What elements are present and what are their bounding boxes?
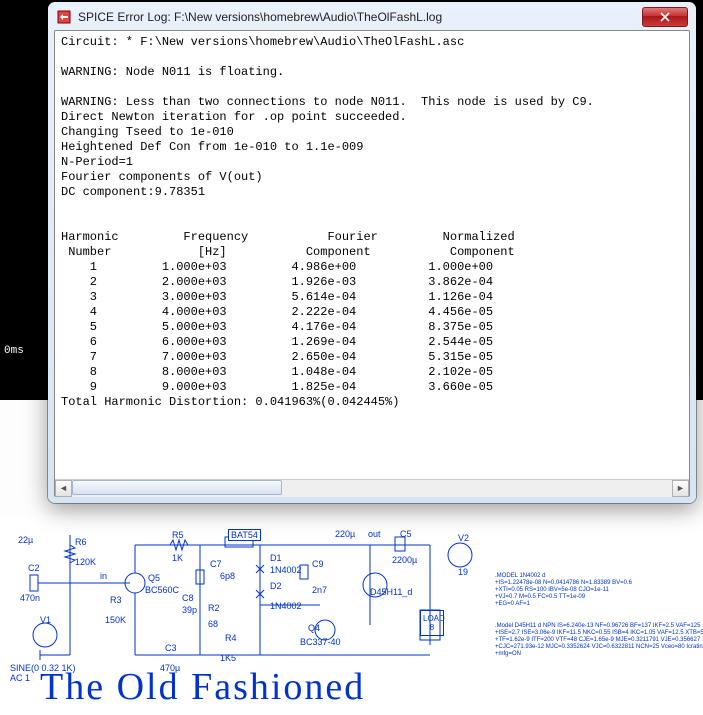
- comp-c9v: 2n7: [312, 585, 327, 595]
- model-text-2: .Model D45H11 d NPN IS=6.240e-13 NF=0.96…: [495, 623, 703, 658]
- load-value: 8: [430, 623, 434, 632]
- comp-c220u: 220µ: [335, 529, 355, 539]
- comp-c5v: 2200µ: [392, 555, 417, 565]
- comp-q5: Q5: [148, 573, 160, 583]
- comp-c9: C9: [312, 559, 324, 569]
- scroll-right-button[interactable]: ►: [672, 480, 689, 497]
- comp-c8: C8: [182, 593, 194, 603]
- comp-c7: C7: [210, 559, 222, 569]
- error-log-window: SPICE Error Log: F:\New versions\homebre…: [48, 2, 696, 503]
- close-button[interactable]: [642, 7, 688, 27]
- comp-d2: D2: [270, 581, 282, 591]
- titlebar[interactable]: SPICE Error Log: F:\New versions\homebre…: [54, 8, 690, 30]
- comp-bat54: BAT54: [228, 529, 261, 541]
- comp-r4: R4: [225, 633, 237, 643]
- comp-c5: C5: [400, 529, 412, 539]
- comp-r3: R3: [110, 595, 122, 605]
- comp-c2v: 470n: [20, 593, 40, 603]
- scroll-left-button[interactable]: ◄: [55, 480, 72, 497]
- comp-r5: R5: [172, 530, 184, 540]
- comp-q4t: BC337-40: [300, 637, 341, 647]
- comp-q5t: BC560C: [145, 585, 179, 595]
- scroll-thumb[interactable]: [72, 480, 282, 495]
- comp-in: in: [100, 571, 107, 581]
- comp-r2v: 68: [208, 619, 218, 629]
- comp-r2: R2: [208, 603, 220, 613]
- window-title: SPICE Error Log: F:\New versions\homebre…: [78, 10, 642, 24]
- comp-r6: R6: [75, 537, 87, 547]
- comp-d2t: 1N4002: [270, 601, 302, 611]
- comp-v1ac: AC 1: [10, 673, 30, 683]
- scroll-track[interactable]: [72, 480, 672, 497]
- comp-d45: D45H11_d: [370, 587, 412, 597]
- comp-v1: V1: [40, 615, 51, 625]
- time-axis-label: 0ms: [4, 345, 24, 357]
- load-label: LOAD: [423, 614, 445, 623]
- horizontal-scrollbar[interactable]: ◄ ►: [55, 479, 689, 496]
- comp-q4: Q4: [308, 623, 320, 633]
- comp-W: 22µ: [18, 535, 33, 545]
- client-area: Circuit: * F:\New versions\homebrew\Audi…: [54, 30, 690, 497]
- comp-r4v: 1K5: [220, 653, 236, 663]
- comp-v2v: 19: [458, 567, 468, 577]
- comp-c3: C3: [165, 643, 177, 653]
- comp-c2: C2: [28, 563, 40, 573]
- close-icon: [660, 12, 670, 22]
- app-icon: [56, 9, 72, 25]
- title-artwork: The Old Fashioned: [40, 665, 365, 709]
- comp-r5v: 1K: [172, 553, 183, 563]
- comp-v2: V2: [458, 533, 469, 543]
- comp-r3v: 150K: [105, 615, 126, 625]
- comp-d1: D1: [270, 553, 282, 563]
- comp-d1t: 1N4002: [270, 565, 302, 575]
- comp-load: LOAD 8: [420, 610, 444, 636]
- comp-c8v: 39p: [182, 605, 197, 615]
- log-text[interactable]: Circuit: * F:\New versions\homebrew\Audi…: [61, 35, 683, 475]
- comp-r6v: 120K: [75, 557, 96, 567]
- comp-c7v: 6p8: [220, 571, 235, 581]
- model-text-1: .MODEL 1N4002 d +IS=1.22478e-08 N=0.0414…: [495, 573, 632, 608]
- comp-out: out: [368, 529, 381, 539]
